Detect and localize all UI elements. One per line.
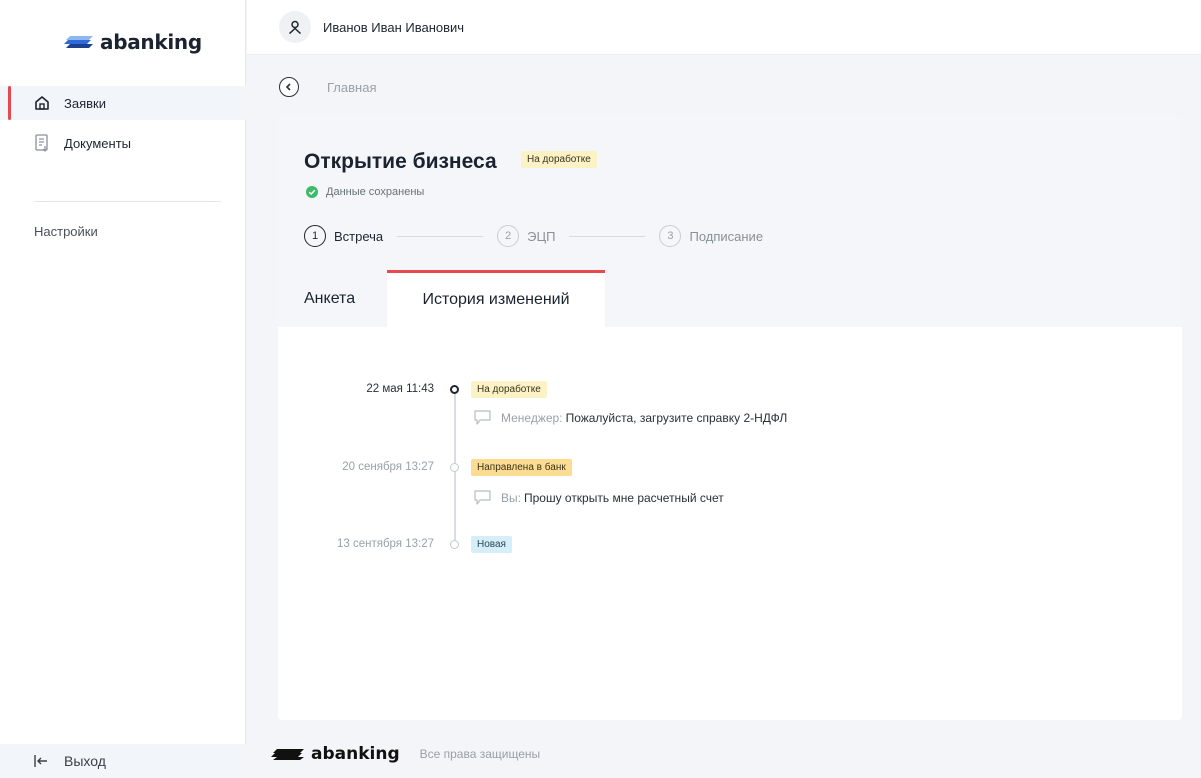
avatar[interactable] (279, 11, 311, 43)
home-icon (35, 96, 49, 110)
application-card: Открытие бизнеса На доработке Данные сох… (278, 117, 1182, 720)
comment-author: Менеджер: (501, 410, 563, 425)
sidebar-item-documents[interactable]: Документы (0, 126, 246, 160)
timeline-dot (450, 463, 459, 472)
status-badge: На доработке (521, 151, 597, 168)
footer-logo: abanking (271, 744, 400, 764)
check-circle-icon (306, 186, 318, 198)
document-icon (35, 134, 48, 152)
comment-text: Пожалуйста, загрузите справку 2-НДФЛ (565, 410, 788, 425)
step-meeting[interactable]: 1 Встреча (304, 225, 383, 247)
user-name[interactable]: Иванов Иван Иванович (323, 20, 464, 35)
stacked-stripes-logo-icon (64, 36, 93, 48)
copyright-text: Все права защищены (419, 747, 541, 761)
save-status-text: Данные сохранены (326, 186, 425, 198)
sidebar-divider (34, 201, 221, 202)
stepper: 1 Встреча 2 ЭЦП 3 Подписание (304, 225, 763, 247)
breadcrumb-home[interactable]: Главная (327, 80, 376, 95)
sidebar-item-applications[interactable]: Заявки (0, 86, 246, 120)
breadcrumb: Главная (279, 77, 376, 97)
footer: abanking Все права защищены (271, 744, 540, 764)
sidebar-item-label: Документы (64, 135, 132, 151)
back-button[interactable] (279, 77, 299, 97)
sidebar-item-label: Заявки (64, 95, 106, 111)
step-signature-key[interactable]: 2 ЭЦП (497, 225, 555, 247)
history-status-badge: Новая (471, 536, 512, 553)
comment-icon (474, 410, 491, 425)
step-label: Подписание (689, 228, 764, 244)
history-date: 13 сентября 13:27 (336, 538, 434, 550)
step-label: ЭЦП (527, 228, 556, 244)
logout-icon (34, 755, 47, 767)
step-number: 1 (304, 225, 326, 247)
comment-text: Прошу открыть мне расчетный счет (523, 490, 724, 505)
history-date: 22 мая 11:43 (366, 383, 434, 395)
logout-label: Выход (64, 753, 106, 769)
brand-name: abanking (100, 30, 202, 54)
brand-logo[interactable]: abanking (64, 30, 202, 54)
application-header: Открытие бизнеса На доработке Данные сох… (278, 117, 1182, 327)
history-comment: Вы: Прошу открыть мне расчетный счет (474, 490, 724, 505)
step-label: Встреча (334, 228, 384, 244)
comment-author: Вы: (501, 490, 521, 505)
tab-history[interactable]: История изменений (387, 270, 605, 327)
step-connector (569, 235, 646, 237)
stacked-stripes-logo-icon (271, 748, 304, 760)
step-number: 2 (497, 225, 520, 247)
footer-brand-name: abanking (311, 744, 400, 764)
comment-icon (474, 490, 491, 505)
logout-button[interactable]: Выход (0, 744, 246, 778)
step-connector (397, 235, 484, 237)
chevron-left-icon (285, 83, 291, 91)
page-title: Открытие бизнеса (304, 150, 497, 173)
history-status-badge: На доработке (471, 381, 547, 398)
save-status: Данные сохранены (306, 186, 424, 198)
history-date: 20 сенября 13:27 (342, 461, 434, 473)
timeline-dot (450, 540, 459, 549)
tab-questionnaire[interactable]: Анкета (304, 270, 355, 327)
user-icon (288, 20, 302, 34)
top-bar: Иванов Иван Иванович (247, 0, 1201, 55)
timeline-dot-current (450, 385, 459, 394)
history-status-badge: Направлена в банк (471, 459, 572, 476)
step-number: 3 (659, 225, 682, 247)
history-comment: Менеджер: Пожалуйста, загрузите справку … (474, 410, 787, 425)
step-signing[interactable]: 3 Подписание (659, 225, 763, 247)
sidebar-item-settings[interactable]: Настройки (34, 224, 98, 239)
sidebar: abanking Заявки Документы Настройки Выхо… (0, 0, 246, 778)
